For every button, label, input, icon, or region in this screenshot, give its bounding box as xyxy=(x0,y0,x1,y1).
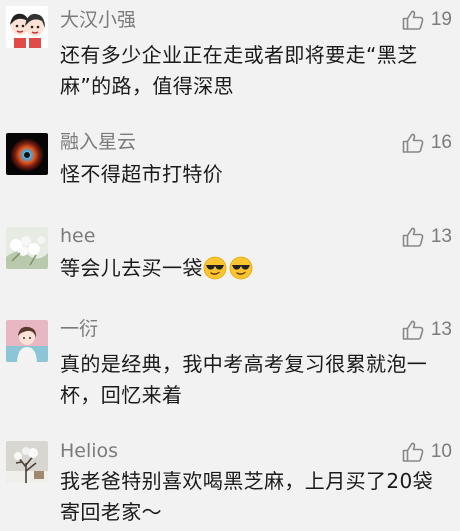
like-button[interactable]: 10 xyxy=(401,439,452,465)
thumbs-up-icon xyxy=(402,10,424,30)
sunglasses-emoji-icon xyxy=(203,256,227,280)
thumbs-up-icon xyxy=(402,133,424,153)
username[interactable]: 融入星云 xyxy=(60,130,136,154)
like-count: 16 xyxy=(430,132,452,153)
comment-text: 我老爸特别喜欢喝黑芝麻，上月买了20袋寄回老家～ xyxy=(60,469,434,524)
thumbs-up-icon xyxy=(402,442,424,462)
like-button[interactable]: 19 xyxy=(401,7,452,33)
thumbs-up-icon xyxy=(402,227,424,247)
username[interactable]: hee xyxy=(60,224,95,248)
like-count: 13 xyxy=(430,226,452,247)
sunglasses-emoji-icon xyxy=(229,256,253,280)
avatar[interactable] xyxy=(6,6,48,48)
username[interactable]: 一衍 xyxy=(60,317,98,341)
comment-text-row: 等会儿去买一袋 xyxy=(60,253,448,284)
username[interactable]: Helios xyxy=(60,439,118,463)
avatar[interactable] xyxy=(6,133,48,175)
comment-text: 怪不得超市打特价 xyxy=(60,162,224,186)
like-button[interactable]: 13 xyxy=(401,224,452,250)
avatar[interactable] xyxy=(6,441,48,483)
avatar[interactable] xyxy=(6,320,48,362)
username[interactable]: 大汉小强 xyxy=(60,8,136,32)
comment-text: 等会儿去买一袋 xyxy=(60,256,203,280)
like-count: 13 xyxy=(430,319,452,340)
like-button[interactable]: 13 xyxy=(401,317,452,343)
comment-text: 真的是经典，我中考高考复习很累就泡一杯，回忆来着 xyxy=(60,352,428,407)
comment-text: 还有多少企业正在走或者即将要走“黑芝麻”的路，值得深思 xyxy=(60,43,418,98)
like-count: 10 xyxy=(430,441,452,462)
thumbs-up-icon xyxy=(402,320,424,340)
like-count: 19 xyxy=(430,9,452,30)
like-button[interactable]: 16 xyxy=(401,130,452,156)
avatar[interactable] xyxy=(6,227,48,269)
